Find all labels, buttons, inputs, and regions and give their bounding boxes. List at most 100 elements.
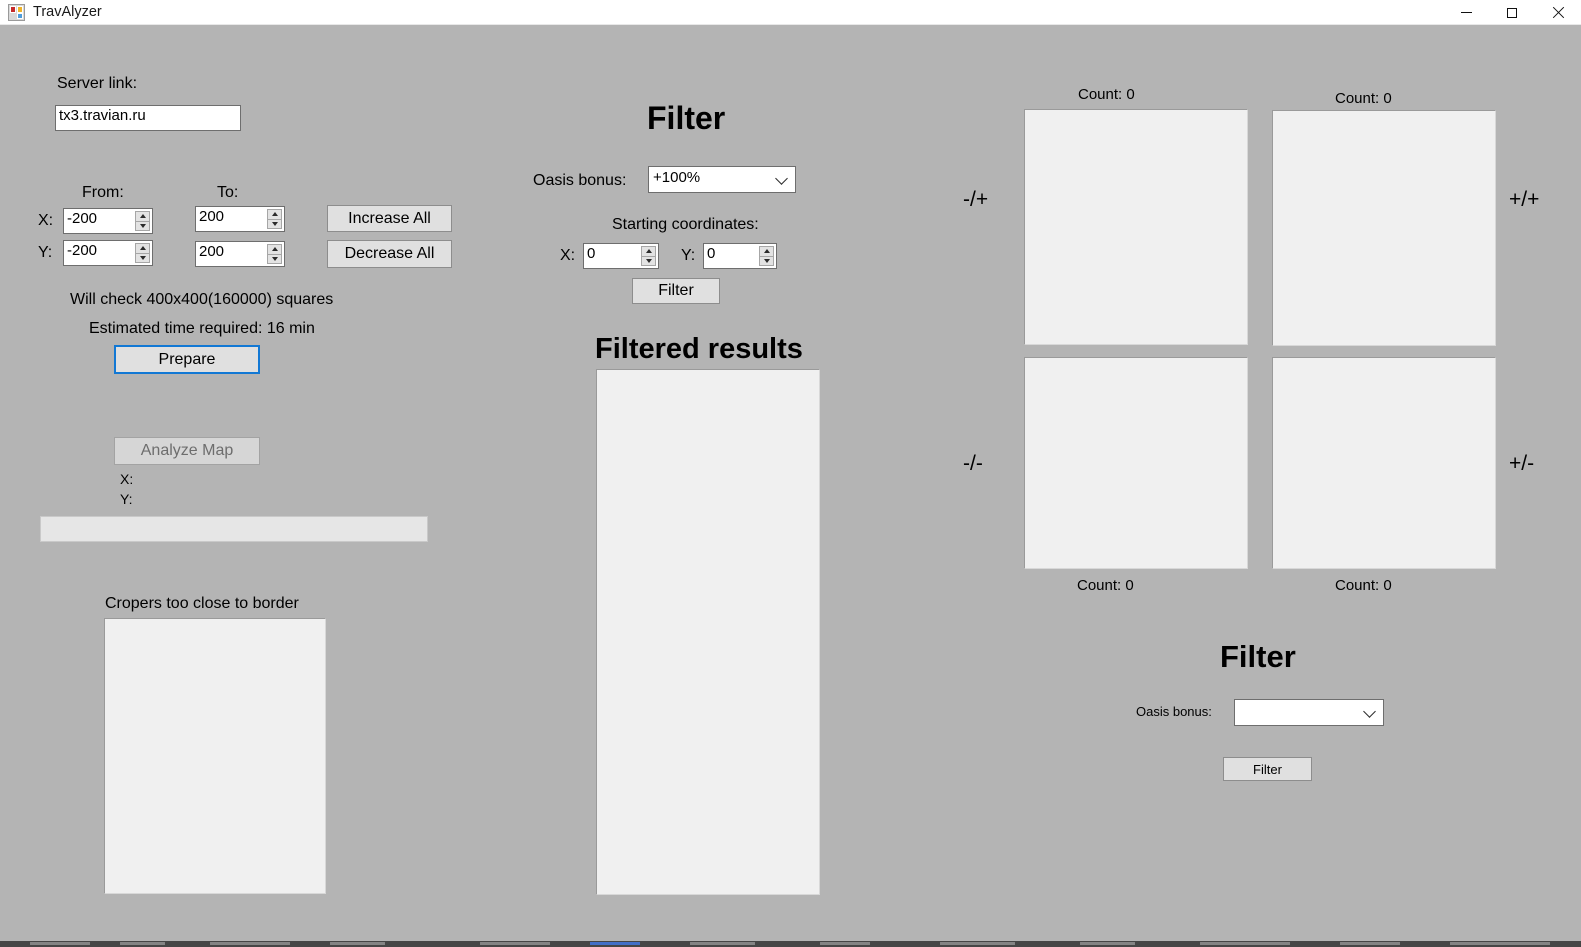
analyze-progress-bar: [40, 516, 428, 542]
filtered-results-listbox[interactable]: [596, 369, 820, 895]
start-x-spinner-arrows[interactable]: [641, 246, 656, 266]
x-from-down-button[interactable]: [135, 220, 150, 231]
x-to-value: 200: [199, 208, 225, 225]
cropers-listbox[interactable]: [104, 618, 326, 894]
quadrant-minus-plus-label: -/+: [963, 188, 989, 211]
x-from-spinner[interactable]: -200: [63, 208, 153, 234]
right-oasis-bonus-label: Oasis bonus:: [1136, 704, 1212, 719]
right-filter-button[interactable]: Filter: [1223, 757, 1312, 781]
quadrant-minus-plus-listbox[interactable]: [1024, 109, 1248, 345]
server-link-label: Server link:: [57, 75, 138, 92]
window-title: TravAlyzer: [33, 4, 102, 20]
quadrant-minus-plus-count: Count: 0: [1078, 86, 1135, 103]
triangle-up-icon: [271, 247, 278, 252]
server-link-input[interactable]: tx3.travian.ru: [55, 105, 241, 131]
desktop-taskbar-sliver: [0, 941, 1581, 947]
y-from-down-button[interactable]: [135, 252, 150, 263]
starting-coordinates-label: Starting coordinates:: [612, 216, 759, 233]
analyze-y-label: Y:: [120, 491, 133, 507]
triangle-down-icon: [763, 258, 770, 263]
x-range-label: X:: [38, 212, 54, 229]
y-to-value: 200: [199, 243, 225, 260]
start-y-down-button[interactable]: [759, 255, 774, 266]
start-x-label: X:: [560, 247, 576, 264]
y-from-value: -200: [67, 242, 98, 259]
start-y-spinner-arrows[interactable]: [759, 246, 774, 266]
quadrant-plus-plus-label: +/+: [1509, 188, 1540, 211]
start-x-up-button[interactable]: [641, 246, 656, 256]
decrease-all-button[interactable]: Decrease All: [327, 240, 452, 268]
x-to-spinner-arrows[interactable]: [267, 209, 282, 229]
chevron-down-icon: [1363, 704, 1376, 718]
x-to-down-button[interactable]: [267, 218, 282, 229]
from-label: From:: [82, 184, 124, 201]
triangle-down-icon: [271, 256, 278, 261]
quadrant-plus-minus-count: Count: 0: [1335, 577, 1392, 594]
chevron-down-icon: [775, 171, 788, 185]
right-oasis-bonus-select[interactable]: [1234, 699, 1384, 726]
x-to-spinner[interactable]: 200: [195, 206, 285, 232]
x-to-up-button[interactable]: [267, 209, 282, 219]
center-filter-button[interactable]: Filter: [632, 278, 720, 304]
y-to-spinner-arrows[interactable]: [267, 244, 282, 264]
start-y-value: 0: [707, 245, 716, 262]
y-from-spinner[interactable]: -200: [63, 240, 153, 266]
y-range-label: Y:: [38, 244, 53, 261]
y-to-up-button[interactable]: [267, 244, 282, 254]
app-icon-yellow-square: [17, 6, 23, 13]
close-button[interactable]: [1535, 0, 1581, 25]
quadrant-minus-minus-listbox[interactable]: [1024, 357, 1248, 569]
x-from-up-button[interactable]: [135, 211, 150, 221]
triangle-down-icon: [645, 258, 652, 263]
triangle-down-icon: [271, 221, 278, 226]
quadrant-plus-minus-label: +/-: [1509, 452, 1535, 475]
start-x-spinner[interactable]: 0: [583, 243, 659, 269]
quadrant-minus-minus-count: Count: 0: [1077, 577, 1134, 594]
to-label: To:: [217, 184, 239, 201]
right-filter-heading: Filter: [1220, 639, 1296, 674]
estimated-time-text: Estimated time required: 16 min: [89, 320, 315, 337]
start-y-up-button[interactable]: [759, 246, 774, 256]
app-icon-red-square: [10, 6, 16, 13]
triangle-up-icon: [139, 246, 146, 251]
center-oasis-bonus-value: +100%: [653, 169, 701, 186]
center-filter-heading: Filter: [647, 100, 726, 136]
minimize-button[interactable]: [1443, 0, 1489, 25]
prepare-button[interactable]: Prepare: [114, 345, 260, 374]
analyze-map-button[interactable]: Analyze Map: [114, 437, 260, 465]
triangle-up-icon: [645, 249, 652, 254]
maximize-button[interactable]: [1489, 0, 1535, 25]
y-to-spinner[interactable]: 200: [195, 241, 285, 267]
start-x-down-button[interactable]: [641, 255, 656, 266]
triangle-up-icon: [139, 214, 146, 219]
start-y-label: Y:: [681, 247, 696, 264]
app-icon-blue-square: [17, 13, 23, 19]
increase-all-button[interactable]: Increase All: [327, 205, 452, 232]
start-x-value: 0: [587, 245, 596, 262]
y-from-up-button[interactable]: [135, 243, 150, 253]
triangle-down-icon: [139, 255, 146, 260]
triangle-up-icon: [763, 249, 770, 254]
analyze-x-label: X:: [120, 471, 134, 487]
close-icon: [1552, 7, 1564, 19]
maximize-icon: [1507, 7, 1517, 18]
cropers-label: Cropers too close to border: [105, 595, 299, 612]
triangle-up-icon: [271, 212, 278, 217]
quadrant-plus-plus-listbox[interactable]: [1272, 110, 1496, 346]
quadrant-plus-minus-listbox[interactable]: [1272, 357, 1496, 569]
center-oasis-bonus-label: Oasis bonus:: [533, 172, 627, 189]
will-check-text: Will check 400x400(160000) squares: [70, 291, 334, 308]
quadrant-minus-minus-label: -/-: [963, 452, 983, 475]
app-icon: [8, 4, 25, 21]
x-from-spinner-arrows[interactable]: [135, 211, 150, 231]
x-from-value: -200: [67, 210, 98, 227]
quadrant-plus-plus-count: Count: 0: [1335, 90, 1392, 107]
filtered-results-heading: Filtered results: [595, 333, 803, 365]
y-from-spinner-arrows[interactable]: [135, 243, 150, 263]
triangle-down-icon: [139, 223, 146, 228]
title-bar: TravAlyzer: [0, 0, 1581, 25]
center-oasis-bonus-select[interactable]: +100%: [648, 166, 796, 193]
start-y-spinner[interactable]: 0: [703, 243, 777, 269]
y-to-down-button[interactable]: [267, 253, 282, 264]
minimize-icon: [1460, 12, 1472, 13]
